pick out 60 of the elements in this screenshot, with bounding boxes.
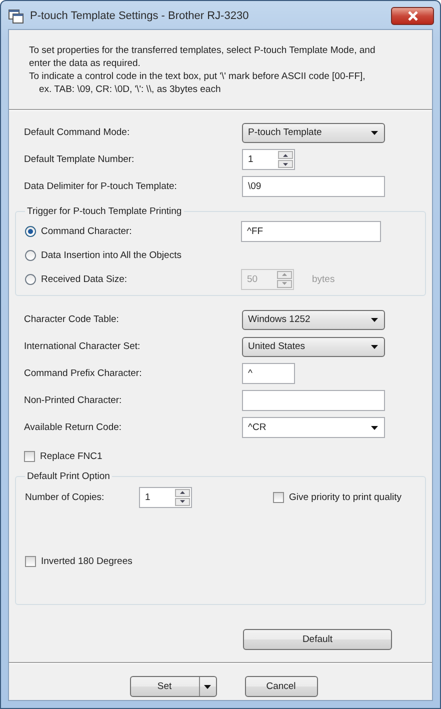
field-label: Data Delimiter for P-touch Template: bbox=[24, 181, 178, 192]
down-arrow-icon bbox=[282, 282, 287, 285]
dropdown[interactable]: Windows 1252 bbox=[242, 310, 385, 330]
field-label: Default Template Number: bbox=[24, 154, 136, 165]
group-title: Trigger for P-touch Template Printing bbox=[26, 206, 183, 217]
caret-icon bbox=[371, 130, 378, 134]
caret-icon bbox=[204, 684, 211, 688]
set-button[interactable]: Set bbox=[130, 676, 216, 697]
field-label: International Character Set: bbox=[24, 341, 142, 352]
spin-up-button[interactable] bbox=[175, 488, 190, 496]
up-arrow-icon bbox=[282, 273, 287, 276]
instruction-text: ex. TAB: \09, CR: \0D, '\': \\, as 3bytes each bbox=[38, 84, 222, 96]
caret-icon bbox=[371, 344, 378, 348]
down-arrow-icon bbox=[283, 162, 288, 166]
window-title: P-touch Template Settings - Brother RJ-3230 bbox=[30, 10, 250, 22]
checkbox-label: Give priority to print quality bbox=[288, 492, 402, 502]
spin-box[interactable]: 1 bbox=[139, 486, 192, 508]
field-label: Character Code Table: bbox=[24, 314, 120, 325]
text-field[interactable] bbox=[242, 390, 385, 411]
field-label: Number of Copies: bbox=[25, 492, 106, 502]
radio-button[interactable] bbox=[25, 250, 36, 260]
radio-button[interactable] bbox=[25, 226, 36, 236]
checkbox[interactable] bbox=[25, 556, 36, 566]
checkbox-label: Replace FNC1 bbox=[39, 450, 102, 462]
unit-label: bytes bbox=[311, 274, 335, 284]
default-button[interactable]: Default bbox=[243, 629, 392, 650]
radio-label: Received Data Size: bbox=[40, 274, 128, 284]
checkbox[interactable] bbox=[273, 492, 284, 502]
radio-button[interactable] bbox=[25, 274, 36, 284]
window-icon bbox=[8, 8, 24, 24]
close-button[interactable] bbox=[391, 7, 434, 25]
spin-up-button[interactable] bbox=[278, 151, 293, 159]
radio-label: Command Character: bbox=[40, 226, 133, 236]
text-field[interactable]: ^FF bbox=[241, 220, 381, 242]
instruction-text: To indicate a control code in the text box, put '\' mark before ASCII code [00-FF], bbox=[29, 71, 366, 83]
instruction-text: enter the data as required. bbox=[29, 58, 142, 70]
caret-icon bbox=[371, 318, 378, 322]
field-label: Default Command Mode: bbox=[24, 127, 131, 138]
field-label: Available Return Code: bbox=[24, 422, 123, 433]
checkbox[interactable] bbox=[24, 450, 35, 462]
text-field[interactable]: ^ bbox=[242, 363, 295, 384]
close-icon bbox=[406, 11, 418, 21]
group-title: Default Print Option bbox=[26, 471, 111, 482]
spin-down-button[interactable] bbox=[175, 498, 190, 506]
radio-label: Data Insertion into All the Objects bbox=[40, 250, 182, 260]
spin-box[interactable]: 1 bbox=[242, 149, 295, 170]
cancel-button[interactable]: Cancel bbox=[244, 676, 318, 697]
dropdown[interactable]: United States bbox=[242, 336, 385, 356]
up-arrow-icon bbox=[180, 491, 185, 494]
text-field[interactable]: \09 bbox=[242, 176, 385, 197]
combo-box[interactable]: ^CR bbox=[242, 417, 385, 438]
instruction-text: To set properties for the transferred templates, select P-touch Template Mode, and bbox=[29, 45, 376, 57]
checkbox-label: Inverted 180 Degrees bbox=[40, 556, 132, 566]
down-arrow-icon bbox=[180, 500, 185, 503]
field-label: Command Prefix Character: bbox=[24, 368, 143, 379]
up-arrow-icon bbox=[283, 154, 288, 156]
dropdown[interactable]: P-touch Template bbox=[242, 122, 385, 142]
field-label: Non-Printed Character: bbox=[24, 395, 123, 406]
spin-down-button[interactable] bbox=[278, 160, 293, 168]
caret-icon bbox=[371, 426, 378, 430]
